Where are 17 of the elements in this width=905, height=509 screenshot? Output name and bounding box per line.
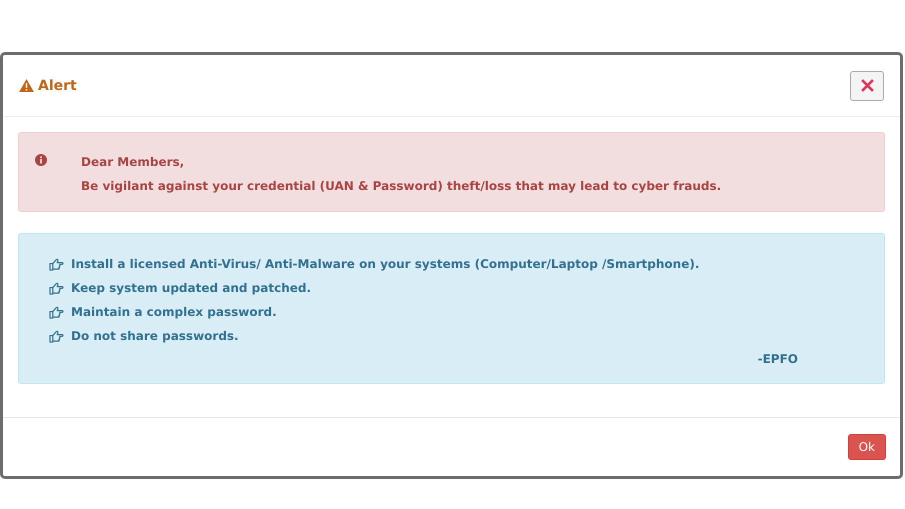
dialog-title: Alert [38,78,77,94]
tip-text: Install a licensed Anti-Virus/ Anti-Malware on your systems (Computer/Laptop /Smartphone). [71,257,700,271]
info-icon [35,154,47,166]
signature-text: -EPFO [758,352,798,366]
close-icon [860,79,874,92]
tip-text: Maintain a complex password. [71,305,277,319]
close-button[interactable] [850,70,884,100]
pointing-hand-icon [49,306,64,318]
pointing-hand-icon [49,258,64,270]
tip-text: Do not share passwords. [71,329,239,343]
ok-button[interactable]: Ok [848,434,886,460]
pointing-hand-icon [49,282,64,294]
alert-text: Dear Members, [81,154,186,171]
warning-icon [19,79,34,92]
tip-text: Keep system updated and patched. [71,281,312,295]
alert-text: Be vigilant against your credential (UAN & Password) theft/loss that may lead to cyber frauds. [81,178,722,195]
pointing-hand-icon [49,330,64,342]
